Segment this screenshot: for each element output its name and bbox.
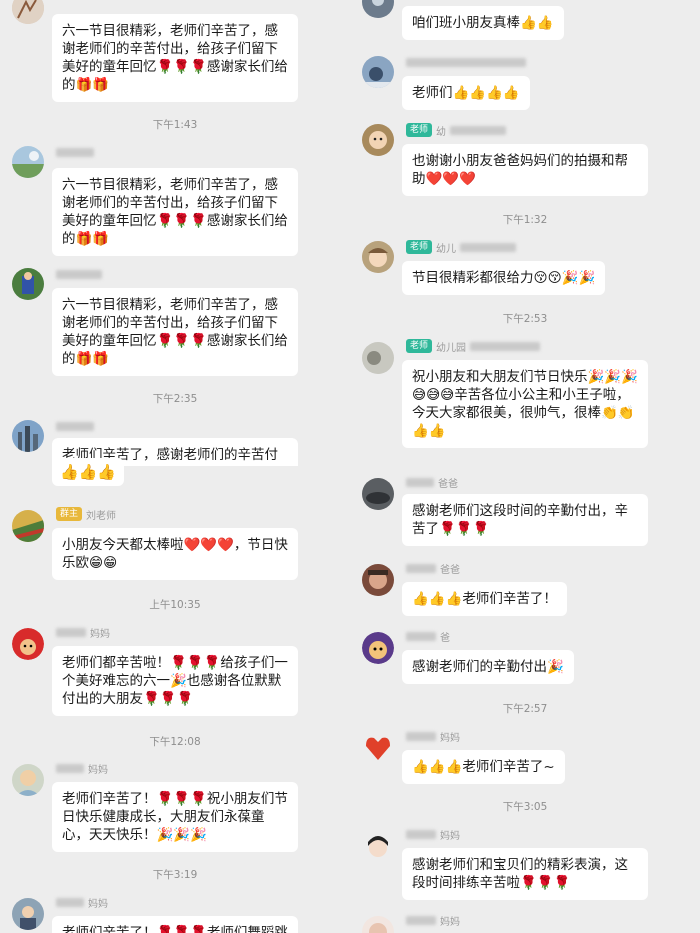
message-bubble[interactable]: 老师们辛苦了！🌹🌹🌹老师们舞蹈跳 [52,916,298,933]
avatar[interactable] [362,632,394,664]
avatar[interactable] [12,0,44,24]
teacher-badge: 老师 [406,123,433,137]
sender-name [56,266,102,282]
avatar[interactable] [12,146,44,178]
sender-name: 妈妈 [56,624,110,640]
message-bubble[interactable]: 感谢老师们的辛勤付出🎉 [402,650,574,684]
timestamp: 下午3:19 [152,869,198,881]
sender-name: 老师 幼 [406,122,507,138]
teacher-badge: 老师 [406,240,433,254]
sender-name: 爸爸 [406,560,460,576]
timestamp: 下午3:05 [502,801,548,813]
chat-column-left: 六一节目很精彩，老师们辛苦了，感谢老师们的辛苦付出，给孩子们留下美好的童年回忆🌹… [0,0,350,933]
sender-name: 妈妈 [406,728,460,744]
avatar[interactable] [362,830,394,862]
sender-name: 妈妈 [56,760,108,776]
avatar[interactable] [362,56,394,88]
sender-name: 老师 幼儿园 [406,338,541,354]
avatar[interactable] [362,0,394,18]
sender-name-text: 爸 [440,632,450,644]
avatar[interactable] [362,342,394,374]
message-bubble[interactable]: 👍👍👍老师们辛苦了！ [402,582,567,616]
teacher-badge: 老师 [406,339,433,353]
sender-name-text: 妈妈 [90,628,110,640]
timestamp: 上午10:35 [149,599,201,611]
avatar[interactable] [12,898,44,930]
sender-name [406,54,526,70]
sender-name-text: 妈妈 [440,732,460,744]
sender-name: 妈妈 [56,894,108,910]
message-bubble[interactable]: 老师们辛苦了！🌹🌹🌹祝小朋友们节日快乐健康成长，大朋友们永葆童心，天天快乐！🎉🎉… [52,782,298,852]
sender-name-text: 妈妈 [440,830,460,842]
sender-name-text: 幼儿 [436,243,457,255]
avatar[interactable] [362,916,394,933]
message-bubble[interactable]: 感谢老师们这段时间的辛勤付出，辛苦了🌹🌹🌹 [402,494,648,546]
sender-name: 群主 刘老师 [56,506,116,522]
message-bubble[interactable]: 👍👍👍 [52,458,125,486]
avatar[interactable] [12,420,44,452]
timestamp: 下午1:43 [152,119,198,131]
avatar[interactable] [12,764,44,796]
sender-name-text: 妈妈 [88,898,108,910]
avatar[interactable] [12,628,44,660]
sender-name: 老师 幼儿 [406,239,517,255]
message-bubble[interactable]: 咱们班小朋友真棒👍👍 [402,6,564,40]
timestamp: 下午2:53 [502,313,548,325]
sender-name [56,418,94,434]
avatar[interactable] [362,564,394,596]
sender-name-text: 爸爸 [438,478,458,490]
avatar[interactable] [362,241,394,273]
message-bubble[interactable]: 六一节目很精彩，老师们辛苦了，感谢老师们的辛苦付出，给孩子们留下美好的童年回忆🌹… [52,14,298,102]
timestamp: 下午12:08 [149,736,201,748]
sender-name: 妈妈 [406,912,460,928]
avatar[interactable] [362,124,394,156]
avatar[interactable] [12,268,44,300]
message-bubble[interactable]: 祝小朋友和大朋友们节日快乐🎉🎉🎉😅😅😅辛苦各位小公主和小王子啦，今天大家都很美，… [402,360,648,448]
sender-name-text: 幼儿园 [436,342,467,354]
timestamp: 下午1:32 [502,214,548,226]
sender-name-text: 妈妈 [440,916,460,928]
message-bubble[interactable]: 六一节目很精彩，老师们辛苦了，感谢老师们的辛苦付出，给孩子们留下美好的童年回忆🌹… [52,168,298,256]
message-bubble[interactable]: 小朋友今天都太棒啦❤️❤️❤️，节日快乐欧😁😁 [52,528,298,580]
chat-column-right: 咱们班小朋友真棒👍👍 老师们👍👍👍👍 老师 幼 也谢谢小朋友爸爸妈妈们的拍摄和帮… [350,0,700,933]
avatar[interactable] [362,732,394,764]
message-bubble[interactable]: 老师们都辛苦啦！🌹🌹🌹给孩子们一个美好难忘的六一🎉也感谢各位默默付出的大朋友🌹🌹… [52,646,298,716]
sender-name: 爸爸 [406,474,458,490]
sender-name-text: 妈妈 [88,764,108,776]
avatar[interactable] [362,478,394,510]
owner-badge: 群主 [56,507,83,521]
message-bubble[interactable]: 节目很精彩都很给力😚😚🎉🎉 [402,261,606,295]
sender-name-text: 幼 [436,126,447,138]
sender-name [56,144,94,160]
sender-name-text: 刘老师 [86,510,117,522]
message-bubble[interactable]: 六一节目很精彩，老师们辛苦了，感谢老师们的辛苦付出，给孩子们留下美好的童年回忆🌹… [52,288,298,376]
sender-name-text: 爸爸 [440,564,460,576]
timestamp: 下午2:35 [152,393,198,405]
message-bubble[interactable]: 👍👍👍老师们辛苦了~ [402,750,565,784]
avatar[interactable] [12,510,44,542]
sender-name: 爸 [406,628,450,644]
sender-name: 妈妈 [406,826,460,842]
message-bubble[interactable]: 也谢谢小朋友爸爸妈妈们的拍摄和帮助❤️❤️❤️ [402,144,648,196]
timestamp: 下午2:57 [502,703,548,715]
message-bubble[interactable]: 老师们👍👍👍👍 [402,76,530,110]
message-bubble[interactable]: 感谢老师们和宝贝们的精彩表演，这段时间排练辛苦啦🌹🌹🌹 [402,848,648,900]
